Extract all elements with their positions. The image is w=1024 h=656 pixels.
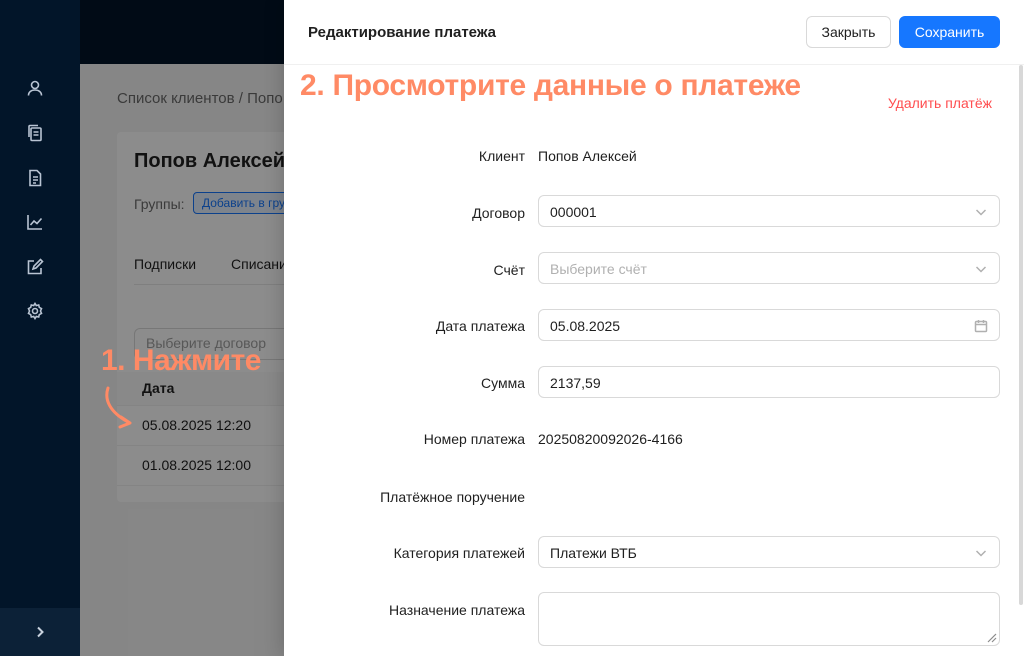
client-value: Попов Алексей <box>538 148 637 164</box>
resize-handle-icon[interactable] <box>985 631 997 643</box>
contract-label: Договор <box>472 205 525 221</box>
drawer-header: Редактирование платежа Закрыть Сохранить <box>284 0 1024 65</box>
category-select[interactable]: Платежи ВТБ <box>538 536 1000 568</box>
sidebar <box>0 0 80 656</box>
category-label: Категория платежей <box>393 545 525 561</box>
annotation-step-2: 2. Просмотрите данные о платеже <box>300 69 801 102</box>
category-value: Платежи ВТБ <box>550 545 637 561</box>
amount-input[interactable]: 2137,59 <box>538 366 1000 398</box>
delete-payment-link[interactable]: Удалить платёж <box>888 95 992 111</box>
edit-payment-drawer: Редактирование платежа Закрыть Сохранить… <box>284 0 1024 656</box>
chart-icon[interactable] <box>24 211 46 233</box>
chevron-down-icon <box>974 205 988 219</box>
account-placeholder: Выберите счёт <box>550 261 647 277</box>
annotation-step-1: 1. Нажмите <box>101 344 262 377</box>
account-select[interactable]: Выберите счёт <box>538 252 1000 284</box>
payment-date-picker[interactable]: 05.08.2025 <box>538 309 1000 341</box>
date-label: Дата платежа <box>435 318 525 334</box>
chevron-down-icon <box>974 262 988 276</box>
amount-value: 2137,59 <box>550 375 601 391</box>
payment-number-label: Номер платежа <box>423 431 525 447</box>
purpose-label: Назначение платежа <box>389 602 525 618</box>
purpose-textarea[interactable] <box>538 592 1000 646</box>
account-label: Счёт <box>493 262 525 278</box>
user-icon[interactable] <box>24 77 46 99</box>
amount-label: Сумма <box>481 375 525 391</box>
payment-order-label: Платёжное поручение <box>380 489 525 505</box>
contract-value: 000001 <box>550 204 597 220</box>
chevron-right-icon <box>37 626 44 638</box>
gear-icon[interactable] <box>24 300 46 322</box>
copy-documents-icon[interactable] <box>24 122 46 144</box>
sidebar-collapse-button[interactable] <box>0 608 80 656</box>
annotation-arrow-icon <box>105 386 132 429</box>
close-button[interactable]: Закрыть <box>806 16 891 48</box>
contract-select[interactable]: 000001 <box>538 195 1000 227</box>
drawer-title: Редактирование платежа <box>308 24 496 41</box>
client-label: Клиент <box>478 148 525 164</box>
save-button[interactable]: Сохранить <box>899 16 1000 48</box>
date-value: 05.08.2025 <box>550 318 621 334</box>
scrollbar-thumb[interactable] <box>1019 65 1023 605</box>
payment-number-value: 20250820092026-4166 <box>538 431 683 447</box>
document-icon[interactable] <box>24 167 46 189</box>
calendar-icon[interactable] <box>974 319 988 333</box>
edit-icon[interactable] <box>24 256 46 278</box>
chevron-down-icon <box>974 546 988 560</box>
